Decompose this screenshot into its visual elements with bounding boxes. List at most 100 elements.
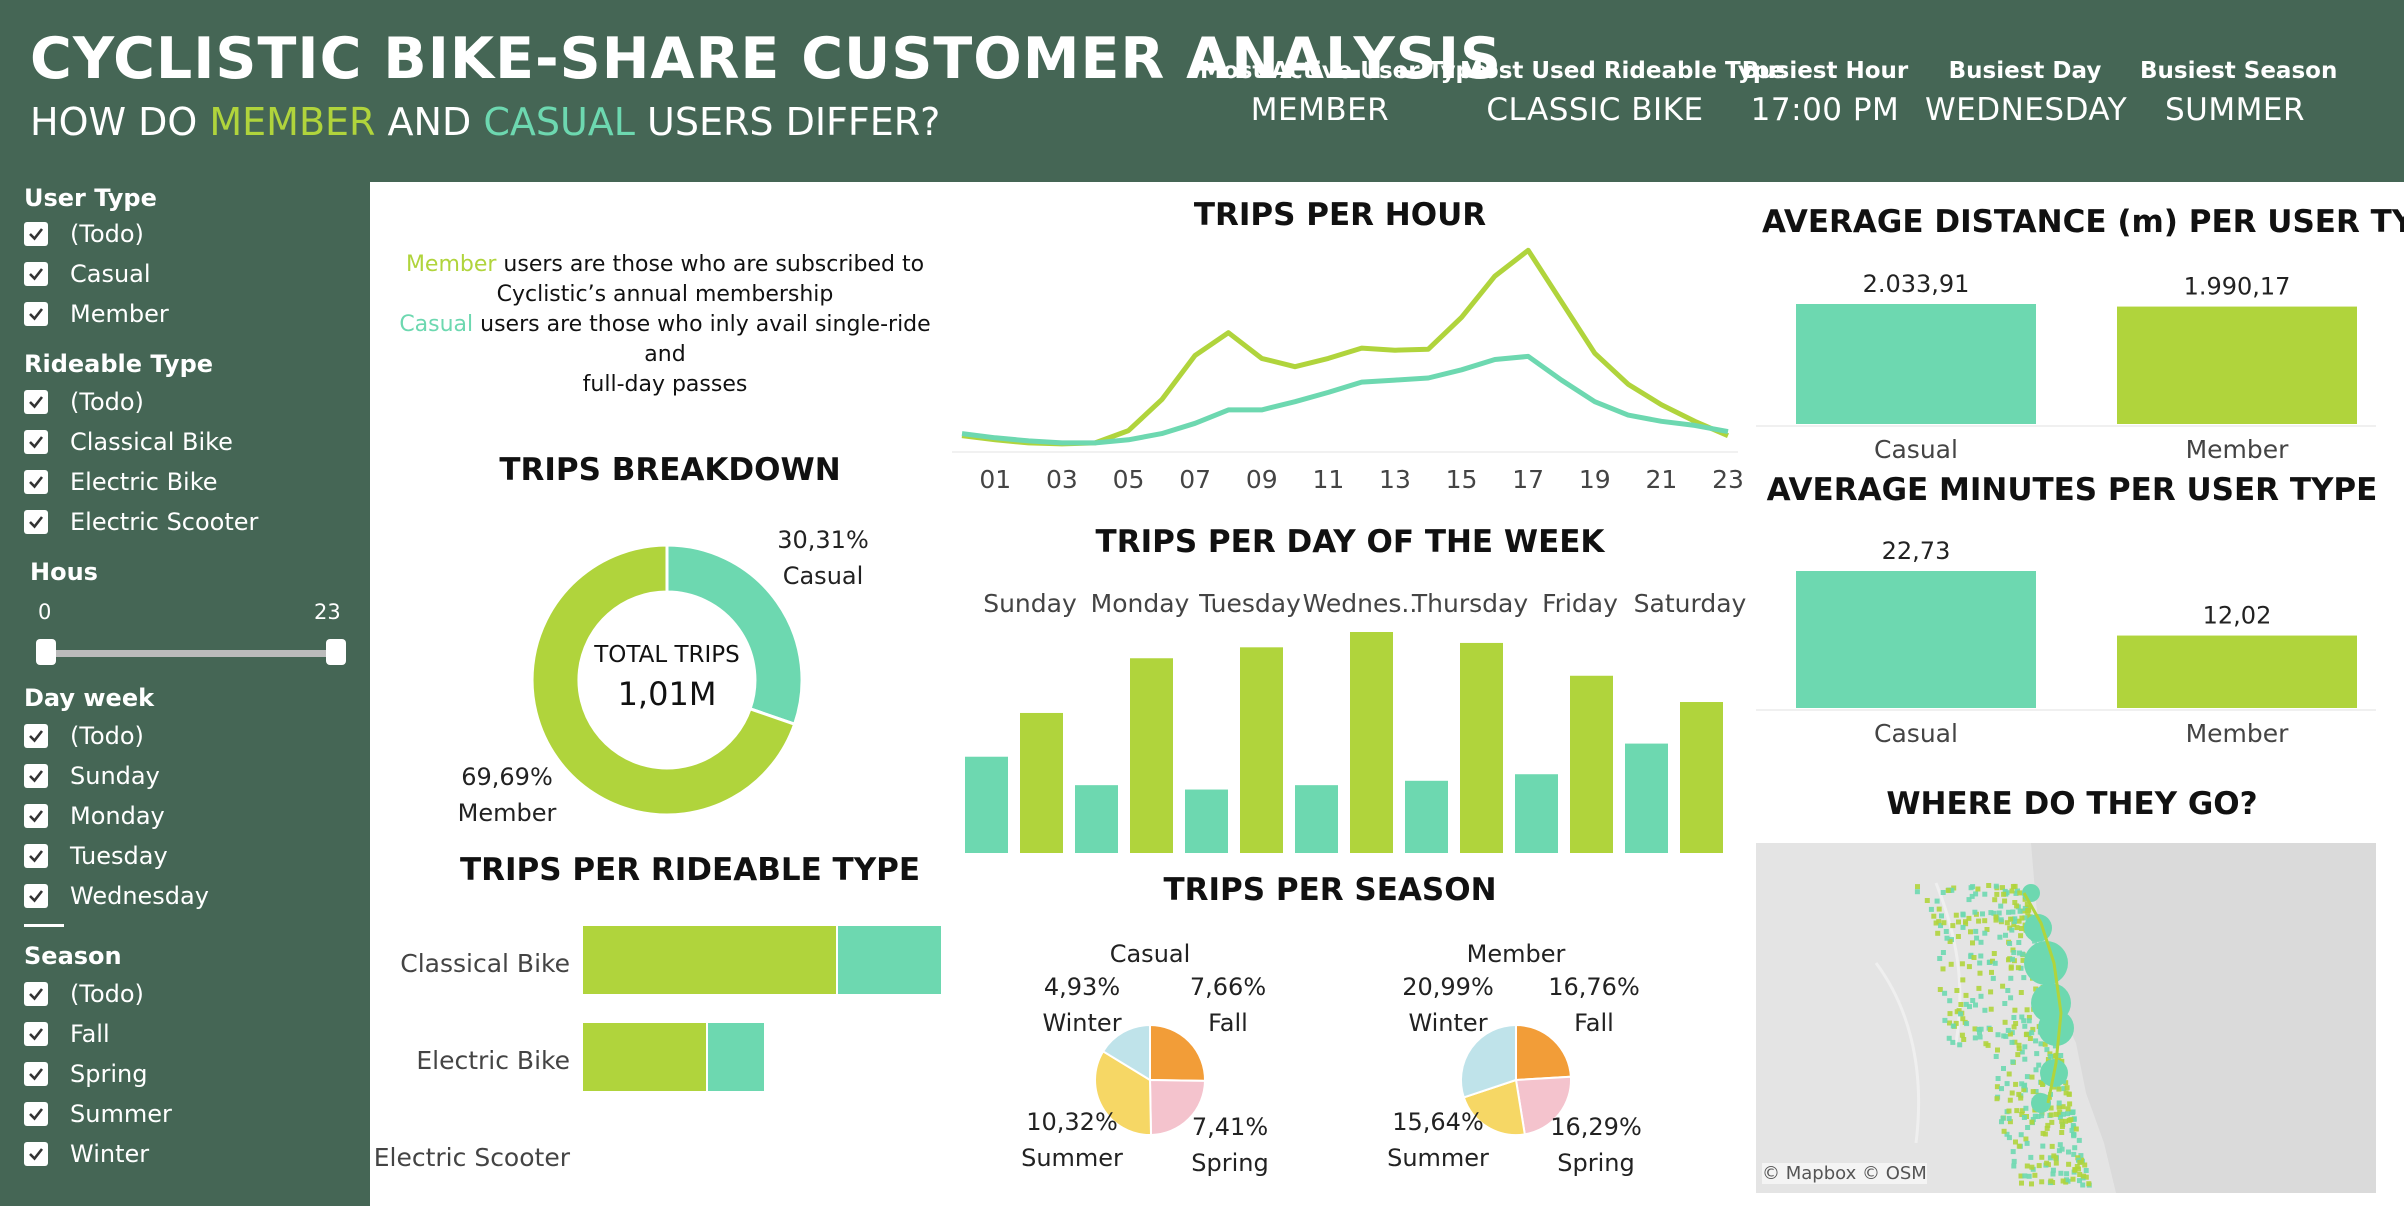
map-dot: [1953, 912, 1959, 918]
map-dot: [1933, 920, 1939, 926]
day-category-label: Monday: [1091, 589, 1190, 618]
g-distance-data-label: 2.033,91: [1863, 270, 1970, 298]
map-dot: [2019, 915, 2025, 921]
day-bar-member: [1680, 702, 1723, 853]
map-dot: [1963, 992, 1969, 998]
map-dot: [2053, 1160, 2059, 1166]
breakdown-slice-pct: 30,31%: [777, 526, 869, 554]
hour-tick-label: 07: [1179, 465, 1211, 494]
day-category-label: Sunday: [983, 589, 1077, 618]
map-dot: [1982, 930, 1988, 936]
map-dot: [1992, 960, 1998, 966]
map-dot: [2012, 1007, 2018, 1013]
map-dot: [1989, 969, 1994, 975]
day-bar-casual: [965, 756, 1008, 853]
map-dot: [2068, 1117, 2074, 1123]
map-dot: [1970, 940, 1975, 946]
map-dot: [1945, 887, 1951, 893]
map-dot: [1960, 912, 1966, 918]
map-dot: [2008, 916, 2014, 922]
map-dot: [2002, 898, 2008, 904]
g-distance-bar-member: [2117, 306, 2357, 424]
map-dot: [1967, 1004, 1972, 1010]
hour-tick-label: 23: [1712, 465, 1744, 494]
where-map[interactable]: © Mapbox © OSM: [1756, 843, 2376, 1193]
map-dot: [1978, 993, 1984, 999]
map-dot: [2072, 1145, 2078, 1151]
day-category-label: Saturday: [1634, 589, 1747, 618]
map-dot: [2083, 1168, 2089, 1173]
map-dot: [1959, 1032, 1965, 1038]
g-minutes-category-label: Casual: [1874, 719, 1958, 748]
hour-tick-label: 17: [1512, 465, 1544, 494]
map-dot: [2080, 1182, 2086, 1188]
map-dot: [2019, 1180, 2024, 1186]
rideable-bar-casual: [706, 1021, 766, 1093]
map-dot: [1935, 930, 1941, 936]
map-dot: [2058, 1170, 2064, 1176]
map-dot: [2056, 1086, 2062, 1092]
map-dot: [1972, 909, 1978, 915]
map-dot: [2021, 1115, 2027, 1120]
map-dot: [1972, 1035, 1978, 1041]
rideable-bar-casual: [836, 924, 943, 996]
map-dot: [1942, 1017, 1948, 1023]
map-dot: [1974, 935, 1980, 941]
map-dot: [2024, 1007, 2030, 1013]
map-dot: [2018, 990, 2024, 995]
season-slice-fall: [1515, 1023, 1572, 1082]
hour-tick-label: 11: [1312, 465, 1344, 494]
season-slice-name: Spring: [1191, 1149, 1268, 1177]
season-slice-pct: 16,76%: [1548, 973, 1640, 1001]
map-dot: [2021, 975, 2027, 981]
map-dot: [2036, 1062, 2042, 1068]
season-slice-name: Spring: [1557, 1149, 1634, 1177]
map-dot: [2017, 908, 2023, 914]
map-dot: [1940, 966, 1946, 972]
map-dot: [1956, 919, 1961, 925]
map-dot: [2018, 1132, 2024, 1138]
map-dot: [1955, 934, 1961, 939]
map-attribution: © Mapbox © OSM: [1762, 1163, 1927, 1184]
map-dot: [1997, 934, 2003, 940]
map-dot: [2023, 1136, 2029, 1142]
g-minutes-bar-casual: [1796, 571, 2036, 708]
map-dot: [2044, 1047, 2050, 1053]
map-dot: [2067, 1101, 2073, 1107]
map-dot: [1948, 961, 1954, 967]
day-bar-member: [1460, 642, 1503, 853]
day-bar-member: [1130, 658, 1173, 853]
map-dot: [2050, 1167, 2056, 1173]
map-dot: [2029, 1119, 2035, 1125]
day-bar-member: [1570, 675, 1613, 853]
map-dot: [2010, 1059, 2016, 1065]
map-dot: [1994, 891, 2000, 897]
map-dot: [1978, 953, 1984, 959]
map-dot: [2056, 1100, 2062, 1106]
map-dot: [2076, 1137, 2082, 1143]
map-dot: [2023, 1105, 2029, 1111]
day-category-label: Wednes..: [1303, 589, 1418, 618]
map-dot: [2006, 1108, 2012, 1114]
g-distance-bar-casual: [1796, 304, 2036, 424]
map-dot: [2064, 1085, 2070, 1091]
map-dot: [2032, 1172, 2038, 1178]
map-dot: [1940, 950, 1946, 955]
map-dot: [2029, 1030, 2035, 1036]
day-bar-casual: [1515, 774, 1558, 853]
map-dot: [2006, 909, 2012, 915]
map-dot: [1957, 1042, 1963, 1048]
map-dot: [2011, 1024, 2017, 1030]
map-dot: [1950, 1023, 1956, 1029]
map-dot: [1924, 898, 1930, 903]
map-dot: [2040, 1143, 2046, 1149]
map-dot: [1998, 917, 2004, 923]
map-dot: [2003, 1033, 2009, 1039]
map-dot: [1986, 883, 1992, 888]
map-dot: [2086, 1181, 2092, 1187]
trips-per-day-chart: Sunday Monday Tuesday Wednes..Thursday Frida…: [965, 589, 1747, 853]
map-dot: [1976, 918, 1982, 924]
map-dot: [1993, 1054, 1999, 1059]
map-dot: [1980, 911, 1985, 917]
map-dot: [2011, 1158, 2017, 1164]
